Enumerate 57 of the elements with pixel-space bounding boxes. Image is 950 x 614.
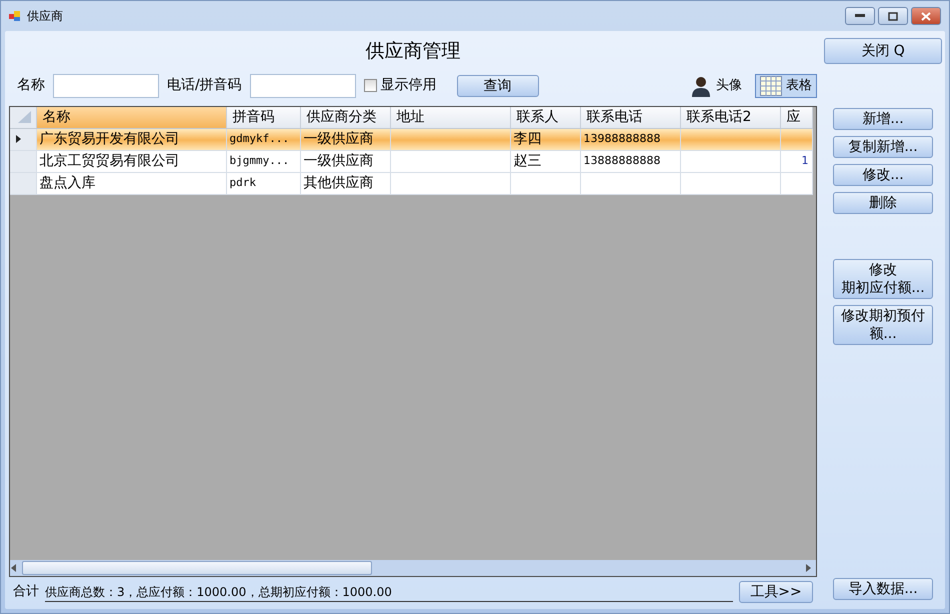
column-header[interactable]: 拼音码	[226, 106, 300, 128]
total-label: 合计	[13, 583, 39, 602]
view-toggle[interactable]: 头像	[685, 72, 747, 98]
maximize-button[interactable]	[878, 7, 908, 25]
input-field[interactable]	[250, 74, 356, 98]
column-header[interactable]: 联系人	[510, 106, 580, 128]
column-header[interactable]: 应	[780, 106, 812, 128]
close-form-button[interactable]: 关闭 Q	[824, 38, 942, 64]
action-button[interactable]: 新增...	[833, 108, 933, 130]
column-header[interactable]: 地址	[390, 106, 510, 128]
table-cell: 北京工贸贸易有限公司	[36, 150, 226, 172]
table-icon	[760, 76, 782, 96]
page-heading: 供应商管理	[366, 40, 460, 62]
person-icon	[690, 74, 712, 96]
table-cell: 广东贸易开发有限公司	[36, 128, 226, 150]
table-cell: 一级供应商	[300, 128, 390, 150]
close-button[interactable]	[911, 7, 941, 25]
close-icon	[921, 12, 931, 20]
scroll-right-icon[interactable]	[804, 563, 812, 573]
action-button[interactable]: 修改...	[833, 164, 933, 186]
column-header[interactable]: 供应商分类	[300, 106, 390, 128]
minimize-button[interactable]	[845, 7, 875, 25]
table-cell: 1	[780, 150, 812, 172]
action-button[interactable]: 导入数据...	[833, 578, 933, 600]
table-cell: 其他供应商	[300, 172, 390, 194]
table-cell: 一级供应商	[300, 150, 390, 172]
table-cell: 盘点入库	[36, 172, 226, 194]
query-button[interactable]: 查询	[456, 74, 539, 96]
column-header[interactable]: 联系电话2	[680, 106, 780, 128]
checkbox-label: 显示停用	[380, 76, 437, 95]
window-title: 供应商	[27, 8, 63, 25]
input-field[interactable]	[53, 74, 159, 98]
scrollbar-thumb[interactable]	[22, 561, 372, 575]
scroll-left-icon[interactable]	[10, 563, 18, 573]
app-icon	[9, 10, 21, 22]
view-toggle[interactable]: 表格	[755, 74, 817, 98]
column-header[interactable]: 名称	[36, 106, 226, 128]
table-cell: 13888888888	[580, 150, 680, 172]
summary-text: 供应商总数：3，总应付额：1000.00，总期初应付额：1000.00	[45, 582, 733, 602]
table-cell: 李四	[510, 128, 580, 150]
checkbox[interactable]	[364, 79, 377, 92]
action-button[interactable]: 修改期初预付额...	[833, 305, 933, 345]
action-button[interactable]: 删除	[833, 192, 933, 214]
table-cell: gdmykf...	[226, 128, 300, 150]
current-row-icon	[13, 134, 23, 144]
column-header[interactable]: 联系电话	[580, 106, 680, 128]
minimize-icon	[855, 14, 865, 18]
field-label: 电话/拼音码	[167, 76, 242, 95]
action-button[interactable]: 修改 期初应付额...	[833, 259, 933, 299]
table-cell: 13988888888	[580, 128, 680, 150]
maximize-icon	[888, 12, 898, 20]
table-cell: pdrk	[226, 172, 300, 194]
field-label: 名称	[17, 76, 45, 95]
table-cell: 赵三	[510, 150, 580, 172]
tools-button[interactable]: 工具>>	[739, 581, 813, 603]
action-button[interactable]: 复制新增...	[833, 136, 933, 158]
table-cell: bjgmmy...	[226, 150, 300, 172]
